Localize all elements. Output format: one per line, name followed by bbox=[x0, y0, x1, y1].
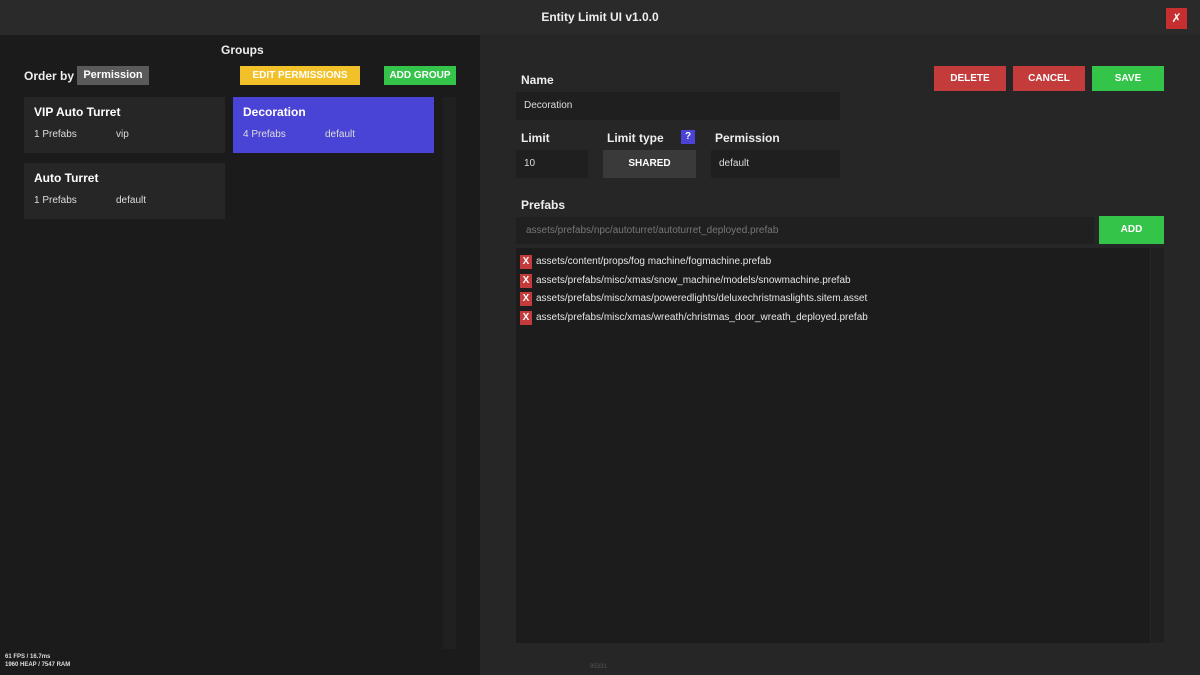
remove-prefab-button[interactable]: X bbox=[520, 311, 532, 325]
save-button[interactable]: SAVE bbox=[1092, 66, 1164, 91]
prefab-path: assets/prefabs/misc/xmas/poweredlights/d… bbox=[536, 293, 868, 304]
remove-prefab-button[interactable]: X bbox=[520, 292, 532, 306]
permission-input[interactable]: default bbox=[711, 150, 840, 178]
group-permission: vip bbox=[116, 129, 129, 140]
limit-type-help-button[interactable]: ? bbox=[681, 130, 695, 144]
group-prefab-count: 1 Prefabs bbox=[34, 129, 77, 140]
fps-line: 61 FPS / 16.7ms bbox=[5, 654, 51, 660]
prefab-path-input[interactable]: assets/prefabs/npc/autoturret/autoturret… bbox=[516, 217, 1094, 244]
prefabs-label: Prefabs bbox=[521, 198, 566, 212]
order-by-select[interactable]: Permission bbox=[77, 66, 149, 85]
group-permission: default bbox=[116, 195, 147, 206]
group-prefab-count: 1 Prefabs bbox=[34, 195, 77, 206]
groups-scrollbar[interactable] bbox=[443, 97, 456, 649]
cancel-button[interactable]: CANCEL bbox=[1013, 66, 1085, 91]
limit-label: Limit bbox=[521, 131, 550, 145]
prefab-list-scrollbar[interactable] bbox=[1151, 248, 1164, 643]
group-permission: default bbox=[325, 129, 356, 140]
remove-prefab-button[interactable]: X bbox=[520, 255, 532, 269]
name-input[interactable]: Decoration bbox=[516, 92, 840, 120]
limit-type-label: Limit type bbox=[607, 131, 664, 145]
groups-heading: Groups bbox=[221, 43, 264, 57]
prefab-list bbox=[516, 248, 1150, 643]
permission-label: Permission bbox=[715, 131, 780, 145]
group-name: VIP Auto Turret bbox=[34, 105, 121, 119]
prefab-path: assets/prefabs/misc/xmas/snow_machine/mo… bbox=[536, 275, 851, 286]
delete-button[interactable]: DELETE bbox=[934, 66, 1006, 91]
prefab-path: assets/content/props/fog machine/fogmach… bbox=[536, 256, 772, 267]
group-prefab-count: 4 Prefabs bbox=[243, 129, 286, 140]
remove-prefab-button[interactable]: X bbox=[520, 274, 532, 288]
group-card-auto-turret[interactable]: Auto Turret 1 Prefabs default bbox=[24, 163, 225, 219]
order-by-label: Order by bbox=[24, 69, 75, 83]
close-button[interactable]: ✗ bbox=[1166, 8, 1187, 29]
memory-line: 1960 HEAP / 7547 RAM bbox=[5, 662, 71, 668]
group-name: Decoration bbox=[243, 105, 306, 119]
add-group-button[interactable]: ADD GROUP bbox=[384, 66, 456, 85]
group-card-decoration[interactable]: Decoration 4 Prefabs default bbox=[233, 97, 434, 153]
limit-input[interactable]: 10 bbox=[516, 150, 588, 178]
add-prefab-button[interactable]: ADD bbox=[1099, 216, 1164, 244]
name-label: Name bbox=[521, 73, 554, 87]
group-name: Auto Turret bbox=[34, 171, 99, 185]
limit-type-toggle[interactable]: SHARED bbox=[603, 150, 696, 178]
fps-counter: 61 FPS / 16.7ms 1960 HEAP / 7547 RAM bbox=[5, 653, 70, 669]
footer-code: 95331 bbox=[590, 664, 607, 670]
prefab-path: assets/prefabs/misc/xmas/wreath/christma… bbox=[536, 312, 868, 323]
edit-permissions-button[interactable]: EDIT PERMISSIONS bbox=[240, 66, 360, 85]
window-title: Entity Limit UI v1.0.0 bbox=[541, 10, 659, 24]
group-card-vip-auto-turret[interactable]: VIP Auto Turret 1 Prefabs vip bbox=[24, 97, 225, 153]
